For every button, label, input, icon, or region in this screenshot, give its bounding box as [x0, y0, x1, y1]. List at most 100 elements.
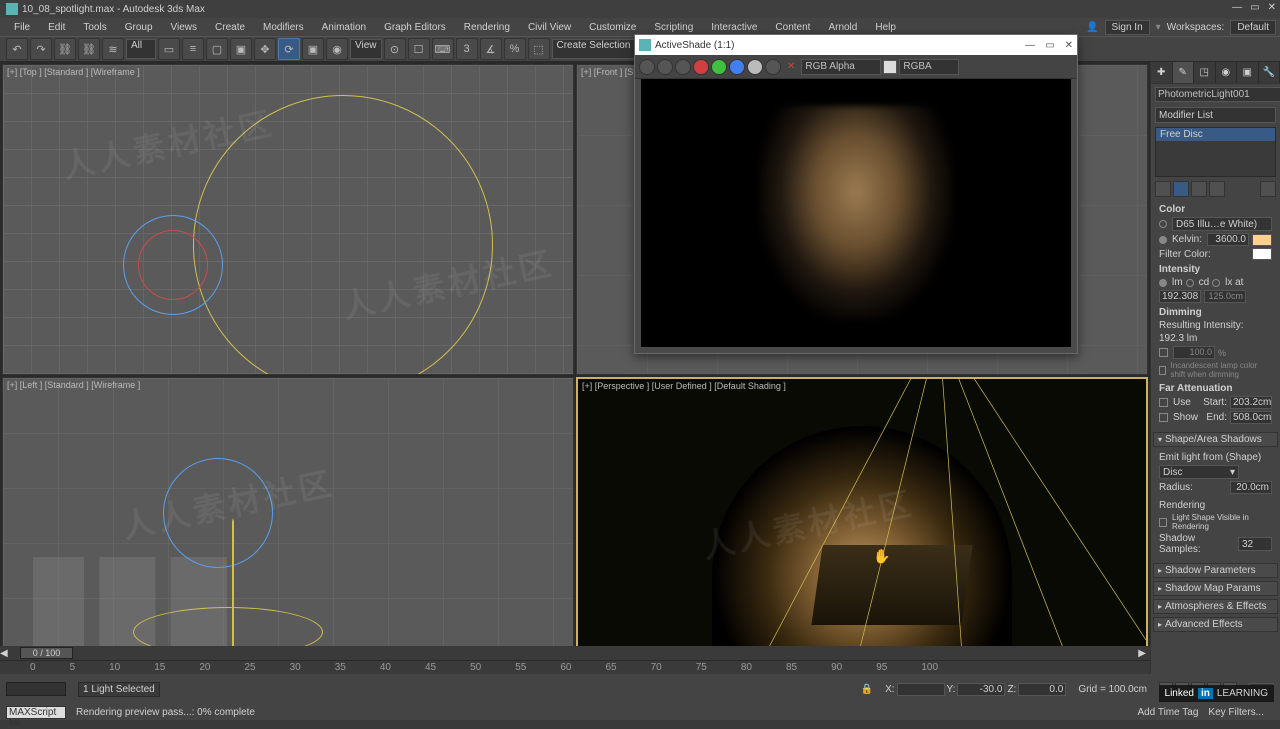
rollout-shadow-parameters[interactable]: Shadow Parameters	[1153, 563, 1278, 578]
as-channel-dropdown[interactable]	[801, 59, 881, 75]
viewport-top-label[interactable]: [+] [Top ] [Standard ] [Wireframe ]	[7, 67, 140, 77]
stack-item-free-disc[interactable]: Free Disc	[1156, 128, 1275, 141]
show-end-result-button[interactable]	[1173, 181, 1189, 197]
radius-spinner[interactable]: 20.0cm	[1230, 481, 1272, 494]
as-blue-channel[interactable]	[729, 59, 745, 75]
percent-snap-button[interactable]: %	[504, 38, 526, 60]
viewport-front-label[interactable]: [+] [Front ] [St	[581, 67, 636, 77]
maxscript-listener[interactable]: MAXScript Mi	[6, 706, 66, 719]
window-crossing-button[interactable]: ▣	[230, 38, 252, 60]
modifier-stack[interactable]: Free Disc	[1155, 127, 1276, 177]
as-mode-dropdown[interactable]	[899, 59, 959, 75]
keymode-button[interactable]: ⌨	[432, 38, 454, 60]
as-save-button[interactable]	[639, 59, 655, 75]
rollout-shadow-map-params[interactable]: Shadow Map Params	[1153, 581, 1278, 596]
remove-modifier-button[interactable]	[1209, 181, 1225, 197]
atten-end-spinner[interactable]: 508.0cm	[1230, 411, 1272, 424]
menu-content[interactable]: Content	[767, 21, 818, 34]
x-spinner[interactable]	[897, 683, 945, 696]
signin-button[interactable]: Sign In	[1105, 20, 1150, 35]
manip-button[interactable]: ☐	[408, 38, 430, 60]
activeshade-titlebar[interactable]: ActiveShade (1:1) — ▭ ✕	[635, 35, 1077, 55]
rotate-button[interactable]: ⟳	[278, 38, 300, 60]
atten-start-spinner[interactable]: 203.2cm	[1230, 396, 1272, 409]
activeshade-framebuffer[interactable]	[641, 79, 1071, 347]
tab-display[interactable]: ▣	[1237, 62, 1259, 83]
workspaces-dropdown[interactable]: Default	[1230, 20, 1276, 35]
menu-views[interactable]: Views	[163, 21, 206, 34]
viewport-left[interactable]: [+] [Left ] [Standard ] [Wireframe ]	[2, 377, 574, 688]
dimming-check[interactable]	[1159, 348, 1168, 357]
menu-group[interactable]: Group	[117, 21, 161, 34]
tab-modify[interactable]: ✎	[1173, 62, 1195, 83]
maximize-button[interactable]: ▭	[1250, 2, 1259, 13]
pivot-button[interactable]: ⊙	[384, 38, 406, 60]
preset-radio[interactable]	[1159, 220, 1167, 228]
rollout-advanced-effects[interactable]: Advanced Effects	[1153, 617, 1278, 632]
as-alpha-channel[interactable]	[747, 59, 763, 75]
unlink-button[interactable]: ⛓	[78, 38, 100, 60]
tab-motion[interactable]: ◉	[1216, 62, 1238, 83]
spinner-snap-button[interactable]: ⬚	[528, 38, 550, 60]
as-red-channel[interactable]	[693, 59, 709, 75]
viewport-perspective[interactable]: [+] [Perspective ] [User Defined ] [Defa…	[576, 377, 1148, 688]
menu-interactive[interactable]: Interactive	[703, 21, 765, 34]
as-bg-swatch[interactable]	[883, 60, 897, 74]
rotate-gizmo[interactable]	[163, 458, 273, 568]
as-maximize-button[interactable]: ▭	[1045, 40, 1054, 51]
bind-button[interactable]: ≋	[102, 38, 124, 60]
selection-filter-dropdown[interactable]: All	[126, 39, 156, 59]
as-minimize-button[interactable]: —	[1025, 40, 1035, 51]
refcoord-dropdown[interactable]: View	[350, 39, 382, 59]
menu-create[interactable]: Create	[207, 21, 253, 34]
time-tag-button[interactable]: Add Time Tag	[1137, 707, 1198, 718]
link-button[interactable]: ⛓	[54, 38, 76, 60]
menu-graph-editors[interactable]: Graph Editors	[376, 21, 454, 34]
make-unique-button[interactable]	[1191, 181, 1207, 197]
kelvin-spinner[interactable]: 3600.0	[1207, 233, 1249, 246]
angle-snap-button[interactable]: ∡	[480, 38, 502, 60]
close-button[interactable]: ✕	[1268, 2, 1276, 13]
viewport-left-label[interactable]: [+] [Left ] [Standard ] [Wireframe ]	[7, 380, 140, 390]
light-shape-visible-check[interactable]	[1159, 518, 1167, 527]
lock-icon[interactable]: 🔒	[861, 684, 873, 695]
menu-help[interactable]: Help	[867, 21, 904, 34]
color-preset-dropdown[interactable]: D65 Illu…e White)	[1172, 217, 1272, 231]
viewport-top[interactable]: [+] [Top ] [Standard ] [Wireframe ]	[2, 64, 574, 375]
rollout-atmospheres-effects[interactable]: Atmospheres & Effects	[1153, 599, 1278, 614]
snap-button[interactable]: 3	[456, 38, 478, 60]
intensity-spinner[interactable]: 192.308	[1159, 290, 1201, 303]
configure-sets-button[interactable]	[1260, 181, 1276, 197]
select-button[interactable]: ▭	[158, 38, 180, 60]
show-atten-check[interactable]	[1159, 413, 1168, 422]
menu-rendering[interactable]: Rendering	[456, 21, 518, 34]
undo-button[interactable]: ↶	[6, 38, 28, 60]
menu-arnold[interactable]: Arnold	[820, 21, 865, 34]
viewport-persp-label[interactable]: [+] [Perspective ] [User Defined ] [Defa…	[582, 381, 786, 391]
kelvin-radio[interactable]	[1159, 236, 1167, 244]
track-bar[interactable]: 0 5 10 15 20 25 30 35 40 45 50 55 60 65 …	[0, 660, 1150, 674]
minimize-button[interactable]: —	[1232, 2, 1242, 13]
placement-button[interactable]: ◉	[326, 38, 348, 60]
time-slider-knob[interactable]: 0 / 100	[20, 647, 74, 659]
menu-modifiers[interactable]: Modifiers	[255, 21, 312, 34]
as-clear-button[interactable]: ✕	[783, 61, 799, 72]
menu-civil-view[interactable]: Civil View	[520, 21, 579, 34]
tab-create[interactable]: ✚	[1151, 62, 1173, 83]
redo-button[interactable]: ↷	[30, 38, 52, 60]
modifier-list-dropdown[interactable]: Modifier List	[1155, 107, 1276, 123]
menu-scripting[interactable]: Scripting	[646, 21, 701, 34]
as-copy-button[interactable]	[657, 59, 673, 75]
use-atten-check[interactable]	[1159, 398, 1168, 407]
shadow-samples-dropdown[interactable]: 32	[1238, 537, 1272, 551]
y-spinner[interactable]: -30.0	[957, 683, 1005, 696]
menu-file[interactable]: File	[6, 21, 38, 34]
rollout-shape-shadows[interactable]: Shape/Area Shadows	[1153, 432, 1278, 447]
tab-hierarchy[interactable]: ◳	[1194, 62, 1216, 83]
move-button[interactable]: ✥	[254, 38, 276, 60]
shape-dropdown[interactable]: Disc▾	[1159, 465, 1239, 479]
menu-tools[interactable]: Tools	[75, 21, 114, 34]
as-clone-button[interactable]	[675, 59, 691, 75]
rect-region-button[interactable]: ▢	[206, 38, 228, 60]
pin-stack-button[interactable]	[1155, 181, 1171, 197]
